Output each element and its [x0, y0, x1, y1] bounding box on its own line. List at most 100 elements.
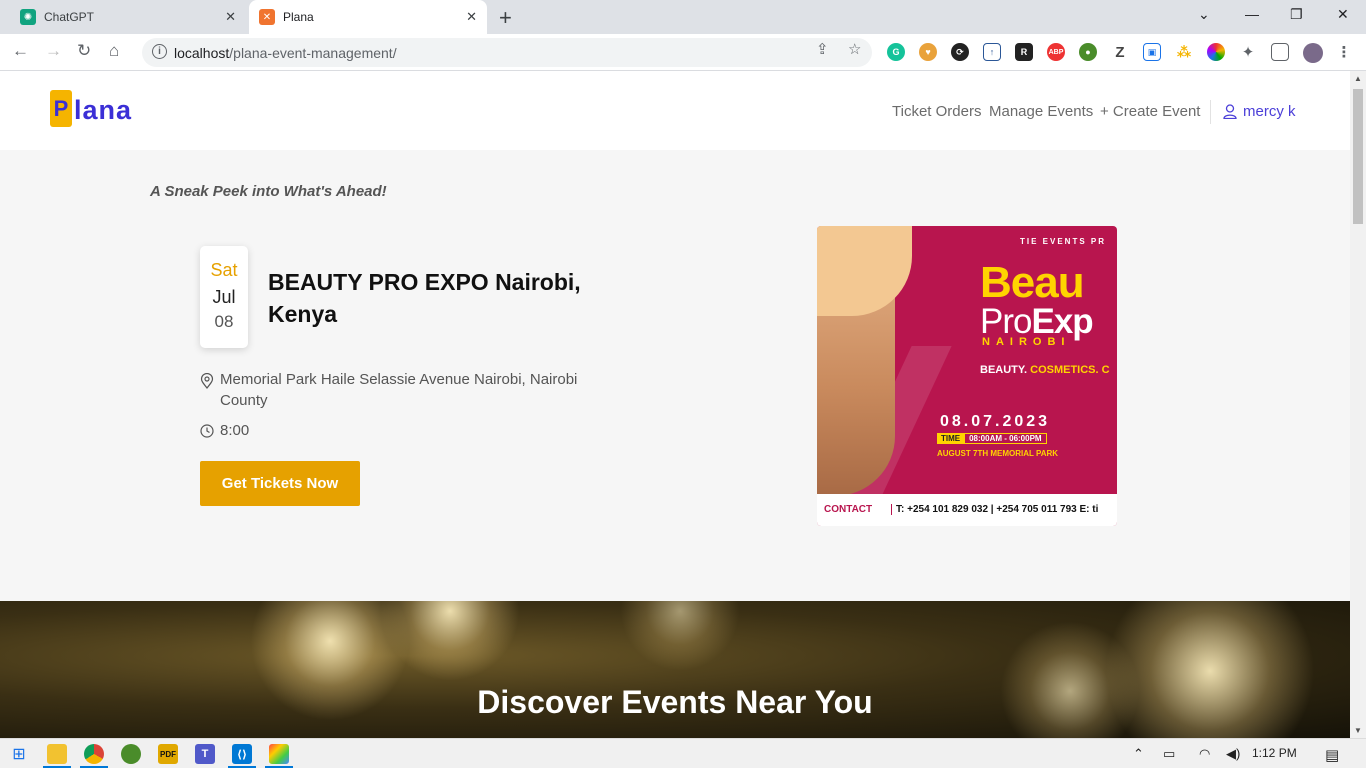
- scroll-up-icon[interactable]: ▲: [1354, 74, 1362, 83]
- poster-contact-label: CONTACT: [824, 504, 873, 515]
- poster-tagline-a: BEAUTY.: [980, 364, 1028, 376]
- site-header: P lana Ticket Orders Manage Events + Cre…: [0, 71, 1350, 150]
- poster-title-line1: Beau: [980, 258, 1085, 307]
- upload-icon[interactable]: ↑: [983, 43, 1001, 61]
- event-day: 08: [214, 312, 234, 331]
- r-extension-icon[interactable]: R: [1015, 43, 1033, 61]
- menu-kebab-icon[interactable]: ⋮: [1335, 43, 1353, 61]
- close-tab-icon[interactable]: ✕: [466, 9, 477, 25]
- poster-tagline-b: COSMETICS. C: [1030, 364, 1110, 376]
- browser-tab-bar: ✺ ChatGPT ✕ ✕ Plana ✕ + ⌄ — ❐ ✕: [0, 0, 1366, 34]
- user-name: mercy k: [1243, 103, 1296, 120]
- screen-recorder-icon[interactable]: ▣: [1143, 43, 1161, 61]
- event-time: 8:00: [200, 422, 249, 439]
- nav-create-event[interactable]: + Create Event: [1100, 103, 1200, 120]
- get-tickets-button[interactable]: Get Tickets Now: [200, 461, 360, 506]
- browser-toolbar: ← → ↻ ⌂ i localhost/plana-event-manageme…: [0, 34, 1366, 71]
- poster-city: NAIROBI: [982, 336, 1071, 348]
- site-info-icon[interactable]: i: [152, 44, 167, 59]
- sync-icon[interactable]: ⟳: [951, 43, 969, 61]
- poster-venue: AUGUST 7TH MEMORIAL PARK: [937, 449, 1059, 458]
- notification-icon[interactable]: ▤: [1325, 746, 1339, 764]
- tab-label: Plana: [283, 10, 314, 24]
- globe-extension-icon[interactable]: ●: [1079, 43, 1097, 61]
- event-month: Jul: [212, 287, 236, 307]
- chatgpt-favicon-icon: ✺: [20, 9, 36, 25]
- address-bar[interactable]: i localhost/plana-event-management/: [142, 38, 872, 67]
- stage-light: [620, 601, 740, 671]
- user-menu[interactable]: mercy k: [1223, 103, 1296, 120]
- tab-search-icon[interactable]: ⌄: [1198, 6, 1210, 23]
- restore-icon[interactable]: ❐: [1290, 6, 1303, 23]
- profile-avatar[interactable]: [1303, 43, 1323, 63]
- page-viewport: P lana Ticket Orders Manage Events + Cre…: [0, 71, 1350, 738]
- taskbar-clock[interactable]: 1:12 PM: [1252, 746, 1297, 760]
- page-scrollbar[interactable]: ▲ ▼: [1350, 71, 1366, 738]
- adblock-icon[interactable]: ABP: [1047, 43, 1065, 61]
- logo-mark: P: [50, 90, 72, 127]
- tab-label: ChatGPT: [44, 10, 95, 24]
- event-location: Memorial Park Haile Selassie Avenue Nair…: [200, 369, 620, 411]
- event-title[interactable]: BEAUTY PRO EXPO Nairobi, Kenya: [268, 266, 628, 330]
- discover-hero-banner: Discover Events Near You: [0, 601, 1350, 738]
- battery-icon[interactable]: ▭: [1163, 746, 1175, 762]
- close-tab-icon[interactable]: ✕: [225, 9, 236, 25]
- tab-chatgpt[interactable]: ✺ ChatGPT ✕: [8, 0, 246, 34]
- minimize-icon[interactable]: —: [1245, 6, 1259, 22]
- tray-expand-icon[interactable]: ⌃: [1133, 746, 1144, 762]
- event-poster-image[interactable]: TIE EVENTS PR Beau ProExp NAIROBI BEAUTY…: [817, 226, 1117, 526]
- forward-icon[interactable]: →: [45, 41, 62, 61]
- wifi-icon[interactable]: ◠: [1199, 746, 1210, 762]
- window-close-icon[interactable]: ✕: [1337, 6, 1349, 23]
- grammarly-icon[interactable]: G: [887, 43, 905, 61]
- file-explorer-icon[interactable]: [47, 744, 67, 764]
- clock-icon: [200, 423, 214, 438]
- pdf-app-icon[interactable]: PDF: [158, 744, 178, 764]
- heart-extension-icon[interactable]: ♥: [919, 43, 937, 61]
- location-pin-icon: [200, 373, 214, 389]
- vscode-icon[interactable]: ⟨⟩: [232, 744, 252, 764]
- home-icon[interactable]: ⌂: [109, 41, 119, 61]
- app-icon[interactable]: [269, 744, 289, 764]
- globe-app-icon[interactable]: [121, 744, 141, 764]
- poster-time: TIME 08:00AM - 06:00PM: [937, 433, 1047, 444]
- event-date-card: Sat Jul 08: [200, 246, 248, 348]
- poster-tagline: BEAUTY. COSMETICS. C: [980, 364, 1110, 376]
- nav-manage-events[interactable]: Manage Events: [989, 103, 1093, 120]
- tab-plana[interactable]: ✕ Plana ✕: [249, 0, 487, 34]
- plana-logo[interactable]: P lana: [50, 90, 132, 127]
- reload-icon[interactable]: ↻: [77, 41, 91, 61]
- bookmark-star-icon[interactable]: ☆: [848, 40, 861, 58]
- windows-start-icon[interactable]: ⊞: [9, 744, 29, 764]
- hero-title: Discover Events Near You: [477, 684, 873, 720]
- dots-extension-icon[interactable]: ⁂: [1175, 43, 1193, 61]
- windows-taskbar: ⊞ PDF T ⟨⟩ ⌃ ▭ ◠ ◀) 1:12 PM ▤: [0, 738, 1366, 768]
- poster-model-hair: [817, 226, 912, 316]
- volume-icon[interactable]: ◀): [1226, 746, 1240, 762]
- user-icon: [1223, 104, 1237, 119]
- color-wheel-icon[interactable]: [1207, 43, 1225, 61]
- event-time-text: 8:00: [220, 422, 250, 439]
- poster-phones: T: +254 101 829 032 | +254 705 011 793 E…: [891, 504, 1098, 515]
- nav-divider: [1210, 100, 1211, 124]
- back-icon[interactable]: ←: [12, 41, 29, 61]
- poster-time-value: 08:00AM - 06:00PM: [964, 433, 1047, 444]
- url-path: /plana-event-management/: [229, 44, 397, 61]
- chrome-icon[interactable]: [84, 744, 104, 764]
- logo-text: lana: [74, 95, 133, 125]
- url-host: localhost: [174, 44, 230, 61]
- puzzle-icon[interactable]: ✦: [1239, 43, 1257, 61]
- share-icon[interactable]: ⇪: [816, 40, 829, 58]
- plana-favicon-icon: ✕: [259, 9, 275, 25]
- z-extension-icon[interactable]: Z: [1111, 43, 1129, 61]
- teams-icon[interactable]: T: [195, 744, 215, 764]
- nav-ticket-orders[interactable]: Ticket Orders: [892, 103, 981, 120]
- new-tab-icon[interactable]: +: [499, 5, 512, 31]
- event-location-text: Memorial Park Haile Selassie Avenue Nair…: [220, 371, 578, 409]
- scroll-down-icon[interactable]: ▼: [1354, 726, 1362, 735]
- poster-date: 08.07.2023: [940, 413, 1051, 430]
- sidebar-icon[interactable]: [1271, 43, 1289, 61]
- scrollbar-thumb[interactable]: [1353, 89, 1363, 224]
- poster-presenter: TIE EVENTS PR: [1020, 237, 1107, 246]
- event-day-name: Sat: [210, 260, 238, 280]
